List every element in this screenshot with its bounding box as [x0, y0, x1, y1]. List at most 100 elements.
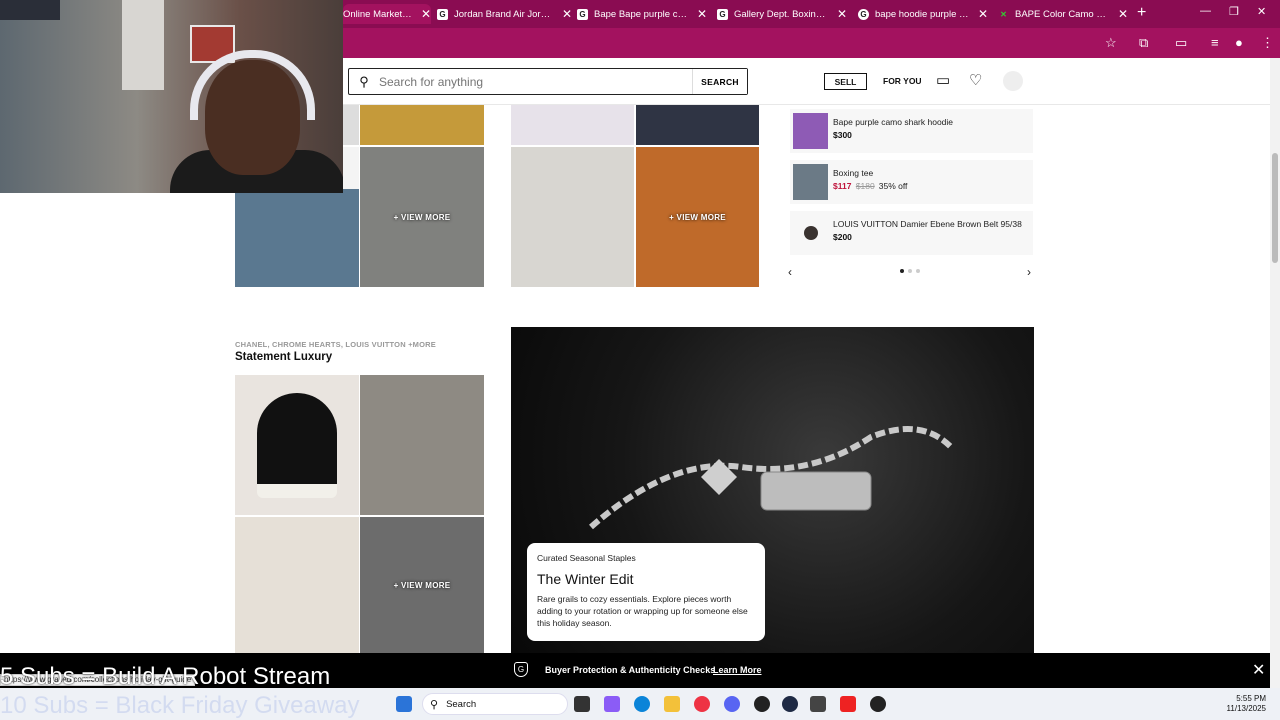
tab-title: bape hoodie purple - Goo — [875, 8, 970, 20]
page-scrollbar[interactable] — [1270, 58, 1280, 688]
view-more-tile[interactable]: + VIEW MORE — [360, 147, 484, 287]
google-icon: G — [858, 8, 869, 20]
winter-edit-hero[interactable]: Curated Seasonal Staples The Winter Edit… — [511, 327, 1034, 653]
listing-thumbnail — [793, 113, 828, 149]
product-image[interactable] — [235, 375, 359, 515]
section-title[interactable]: Statement Luxury — [235, 351, 332, 363]
webcam-background — [122, 0, 164, 90]
close-tab-icon[interactable]: ✕ — [697, 7, 707, 21]
view-more-label: + VIEW MORE — [393, 580, 451, 590]
webcam-overlay — [0, 0, 343, 193]
browser-toolbar: ☆ ⧉ ▭ ≡ ● ⋮ — [343, 28, 1280, 58]
profile-icon[interactable]: ● — [1235, 35, 1243, 50]
task-view-icon[interactable] — [574, 696, 590, 712]
clock-date: 11/13/2025 — [1226, 704, 1266, 713]
sale-price: $117 — [833, 181, 852, 191]
menu-icon[interactable]: ⋮ — [1261, 35, 1274, 51]
tab-gallery-dept[interactable]: G Gallery Dept. Boxing tee | ✕ — [717, 4, 847, 24]
restore-icon[interactable]: ❐ — [1229, 5, 1239, 18]
bookmark-star-icon[interactable]: ☆ — [1105, 35, 1117, 51]
tab-title: Jordan Brand Air Jordan 3 — [454, 8, 554, 20]
copilot-icon[interactable] — [604, 696, 620, 712]
cast-icon[interactable]: ▭ — [1175, 35, 1187, 51]
windows-start-icon[interactable] — [396, 696, 412, 712]
close-icon[interactable]: ✕ — [1252, 660, 1265, 680]
g-favicon-icon: G — [717, 8, 728, 20]
carousel-pagination — [900, 269, 920, 273]
original-price: $180 — [855, 181, 875, 191]
section-kicker: CHANEL, CHROME HEARTS, LOUIS VUITTON +MO… — [235, 340, 436, 349]
close-window-icon[interactable]: ✕ — [1257, 5, 1266, 18]
media-icon[interactable]: ≡ — [1211, 35, 1219, 50]
pagination-dot[interactable] — [908, 269, 912, 273]
close-tab-icon[interactable]: ✕ — [421, 7, 431, 21]
carousel-prev-icon[interactable]: ‹ — [788, 265, 792, 279]
sell-button[interactable]: SELL — [824, 73, 867, 90]
carousel-listing[interactable]: LOUIS VUITTON Damier Ebene Brown Belt 95… — [790, 211, 1033, 255]
carousel-next-icon[interactable]: › — [1027, 265, 1031, 279]
tab-google-search[interactable]: G bape hoodie purple - Goo ✕ — [858, 4, 988, 24]
discord-icon[interactable] — [724, 696, 740, 712]
tab-jordan[interactable]: G Jordan Brand Air Jordan 3 ✕ — [437, 4, 572, 24]
edge-icon[interactable] — [634, 696, 650, 712]
youtube-icon[interactable] — [840, 696, 856, 712]
close-tab-icon[interactable]: ✕ — [562, 7, 572, 21]
app-icon[interactable] — [782, 696, 798, 712]
tab-bape-camo[interactable]: G Bape Bape purple camo sh ✕ — [577, 4, 707, 24]
listing-thumbnail — [793, 215, 828, 251]
chrome-icon[interactable] — [694, 696, 710, 712]
search-bar: ⚲ SEARCH — [348, 68, 748, 95]
new-tab-icon[interactable]: + — [1137, 4, 1146, 22]
listing-thumbnail — [793, 164, 828, 200]
product-image[interactable] — [235, 517, 359, 653]
webcam-background — [0, 0, 60, 20]
listing-price: $200 — [833, 232, 852, 242]
tab-title: Bape Bape purple camo sh — [594, 8, 689, 20]
tab-title: Gallery Dept. Boxing tee | — [734, 8, 829, 20]
search-icon: ⚲ — [359, 73, 369, 89]
tab-bape-shark[interactable]: ✕ BAPE Color Camo Shark F ✕ — [998, 4, 1128, 24]
listing-name: Bape purple camo shark hoodie — [833, 117, 954, 127]
hero-description: Rare grails to cozy essentials. Explore … — [537, 594, 748, 628]
view-more-tile[interactable]: + VIEW MORE — [636, 147, 759, 287]
favorites-heart-icon[interactable]: ♡ — [969, 71, 982, 89]
learn-more-link[interactable]: Learn More — [713, 665, 762, 675]
system-clock[interactable]: 5:55 PM 11/13/2025 — [1222, 694, 1266, 714]
scrollbar-thumb[interactable] — [1272, 153, 1278, 263]
listing-price: $300 — [833, 130, 852, 140]
carousel-listing[interactable]: Bape purple camo shark hoodie $300 — [790, 109, 1033, 153]
product-image[interactable] — [636, 105, 759, 145]
app-icon[interactable] — [870, 696, 886, 712]
stream-goal-text: 5 Subs = Build A Robot Stream — [0, 663, 331, 690]
pagination-dot[interactable] — [916, 269, 920, 273]
clock-time: 5:55 PM — [1236, 694, 1266, 703]
messages-icon[interactable]: ▭ — [936, 71, 950, 89]
taskbar-search-label: Search — [446, 698, 477, 710]
product-image[interactable] — [343, 105, 359, 145]
app-icon[interactable] — [810, 696, 826, 712]
product-image[interactable] — [511, 147, 634, 287]
product-image[interactable] — [360, 375, 484, 515]
search-button[interactable]: SEARCH — [692, 69, 747, 94]
tab-online-marketplace[interactable]: Online Marketplace ✕ — [343, 4, 431, 24]
search-input[interactable] — [379, 74, 692, 89]
product-image[interactable] — [511, 105, 634, 145]
view-more-tile[interactable]: + VIEW MORE — [360, 517, 484, 653]
minimize-icon[interactable]: — — [1200, 5, 1211, 17]
close-tab-icon[interactable]: ✕ — [978, 7, 988, 21]
close-tab-icon[interactable]: ✕ — [837, 7, 847, 21]
search-icon: ⚲ — [430, 698, 439, 711]
avatar[interactable] — [1003, 71, 1023, 91]
listing-price: $117 $180 35% off — [833, 181, 907, 191]
taskbar-search[interactable]: ⚲ Search — [422, 693, 568, 715]
winter-edit-card: Curated Seasonal Staples The Winter Edit… — [527, 543, 765, 641]
stream-goal-text: 10 Subs = Black Friday Giveaway — [0, 692, 360, 719]
for-you-link[interactable]: FOR YOU — [883, 76, 922, 86]
file-explorer-icon[interactable] — [664, 696, 680, 712]
pagination-dot[interactable] — [900, 269, 904, 273]
product-image[interactable] — [360, 105, 484, 145]
extensions-icon[interactable]: ⧉ — [1139, 35, 1148, 51]
carousel-listing[interactable]: Boxing tee $117 $180 35% off — [790, 160, 1033, 204]
close-tab-icon[interactable]: ✕ — [1118, 7, 1128, 21]
steam-icon[interactable] — [754, 696, 770, 712]
